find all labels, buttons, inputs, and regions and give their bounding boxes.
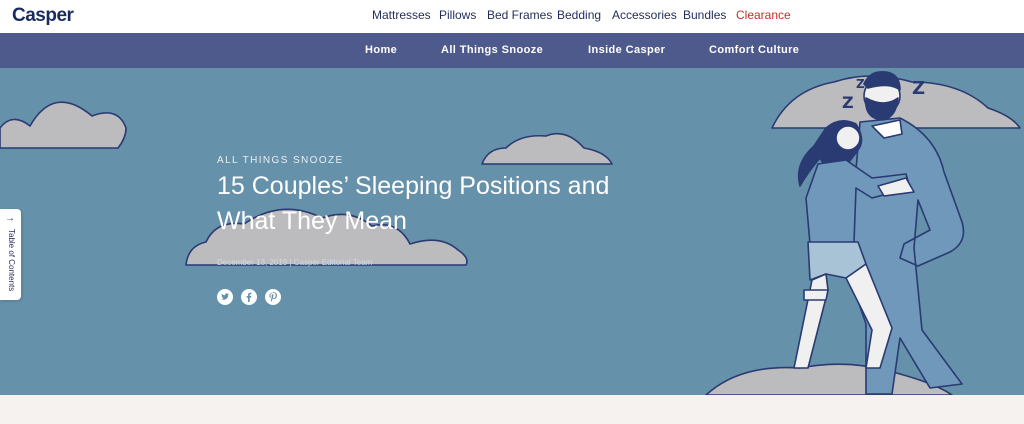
pinterest-icon[interactable] xyxy=(265,289,281,305)
main-menu: Mattresses Pillows Bed Frames Bedding Ac… xyxy=(0,0,1024,33)
menu-item-bedding[interactable]: Bedding xyxy=(557,8,601,22)
twitter-icon[interactable] xyxy=(217,289,233,305)
article-byline: December 13, 2019 | Casper Editorial Tea… xyxy=(217,258,373,267)
subnav-inside-casper[interactable]: Inside Casper xyxy=(588,44,665,56)
content-background xyxy=(0,395,1024,424)
menu-item-bed-frames[interactable]: Bed Frames xyxy=(487,8,552,22)
svg-text:Z: Z xyxy=(912,78,925,99)
subnav-all-things-snooze[interactable]: All Things Snooze xyxy=(441,44,543,56)
cloud-left xyxy=(0,101,127,149)
toc-label: Table of Contents xyxy=(7,229,16,292)
ground-mound xyxy=(705,363,953,395)
article-category[interactable]: ALL THINGS SNOOZE xyxy=(217,155,344,166)
arrow-right-icon: → xyxy=(5,213,15,224)
menu-item-clearance[interactable]: Clearance xyxy=(736,8,791,22)
top-navigation: Casper Mattresses Pillows Bed Frames Bed… xyxy=(0,0,1024,33)
subnav-comfort-culture[interactable]: Comfort Culture xyxy=(709,44,799,56)
table-of-contents-toggle[interactable]: → Table of Contents xyxy=(0,209,21,300)
article-title: 15 Couples’ Sleeping Positions and What … xyxy=(217,172,610,235)
blog-sub-navigation: Home All Things Snooze Inside Casper Com… xyxy=(0,33,1024,68)
svg-text:Z: Z xyxy=(842,93,854,112)
menu-item-pillows[interactable]: Pillows xyxy=(439,8,476,22)
article-hero: Z Z Z ALL THINGS SNOOZE 15 Couples’ Slee… xyxy=(0,68,1024,395)
menu-item-mattresses[interactable]: Mattresses xyxy=(372,8,431,22)
facebook-icon[interactable] xyxy=(241,289,257,305)
subnav-home[interactable]: Home xyxy=(365,44,397,56)
cloud-small xyxy=(481,132,613,165)
menu-item-bundles[interactable]: Bundles xyxy=(683,8,726,22)
menu-item-accessories[interactable]: Accessories xyxy=(612,8,677,22)
